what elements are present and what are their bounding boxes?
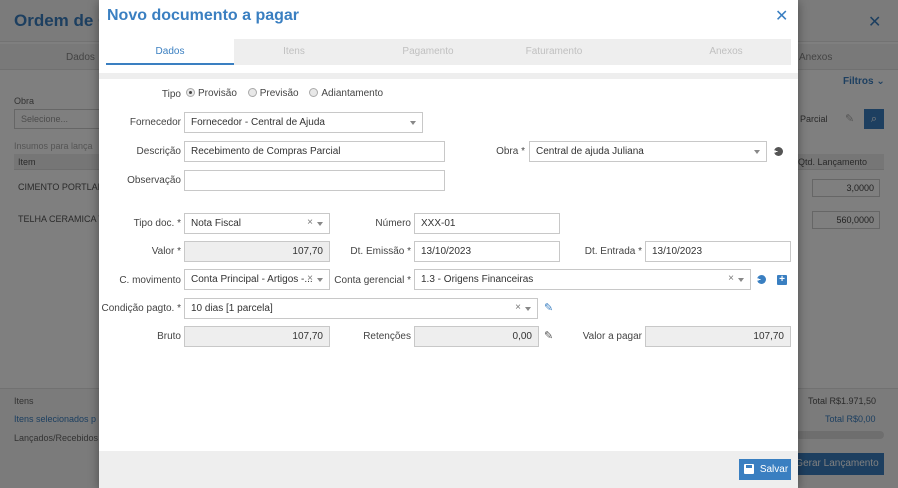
tipo-doc-select[interactable]: Nota Fiscal × xyxy=(184,213,330,234)
observacao-input[interactable] xyxy=(184,170,445,191)
obra-label: Obra * xyxy=(496,146,525,157)
descricao-input[interactable]: Recebimento de Compras Parcial xyxy=(184,141,445,162)
conta-gerencial-select[interactable]: 1.3 - Origens Financeiras × xyxy=(414,269,751,290)
dt-emissao-label: Dt. Emissão * xyxy=(350,246,411,257)
condicao-pagto-label: Condição pagto. * xyxy=(101,303,181,314)
dt-entrada-label: Dt. Entrada * xyxy=(584,246,642,257)
chevron-down-icon xyxy=(754,150,760,154)
pencil-icon[interactable]: ✎ xyxy=(544,301,553,314)
radio-dot xyxy=(186,88,195,97)
numero-input[interactable]: XXX-01 xyxy=(414,213,560,234)
chevron-down-icon xyxy=(738,278,744,282)
tab-faturamento[interactable]: Faturamento xyxy=(494,39,614,65)
clear-icon[interactable]: × xyxy=(515,302,521,313)
chevron-down-icon xyxy=(317,278,323,282)
tipo-label: Tipo xyxy=(161,89,181,100)
chevron-down-icon xyxy=(410,121,416,125)
numero-label: Número xyxy=(375,218,411,229)
modal-footer xyxy=(99,451,798,488)
chart-pie-icon[interactable] xyxy=(774,147,783,156)
save-button[interactable]: Salvar xyxy=(739,459,791,480)
save-icon xyxy=(744,464,754,474)
tab-separator xyxy=(99,73,798,79)
radio-dot xyxy=(247,88,257,97)
chevron-down-icon xyxy=(525,307,531,311)
tab-pagamento[interactable]: Pagamento xyxy=(368,39,488,65)
retencoes-label: Retenções xyxy=(363,331,411,342)
dt-entrada-input[interactable]: 13/10/2023 xyxy=(645,241,791,262)
valor-label: Valor * xyxy=(151,246,181,257)
modal-title: Novo documento a pagar xyxy=(107,7,300,24)
c-movimento-select[interactable]: Conta Principal - Artigos -... × xyxy=(184,269,330,290)
radio-provisao[interactable]: Provisão xyxy=(186,88,237,99)
fornecedor-select[interactable]: Fornecedor - Central de Ajuda xyxy=(184,112,423,133)
c-movimento-label: C. movimento xyxy=(119,275,181,286)
fornecedor-label: Fornecedor xyxy=(129,117,181,128)
tab-itens[interactable]: Itens xyxy=(234,39,354,65)
close-icon[interactable]: ✕ xyxy=(775,6,788,26)
observacao-label: Observação xyxy=(127,175,181,186)
valor-pagar-label: Valor a pagar xyxy=(582,331,642,342)
tab-anexos[interactable]: Anexos xyxy=(666,39,786,65)
condicao-pagto-select[interactable]: 10 dias [1 parcela] × xyxy=(184,298,538,319)
obra-select[interactable]: Central de ajuda Juliana xyxy=(529,141,767,162)
tipo-radio-group: Provisão Previsão Adiantamento xyxy=(186,88,391,102)
add-icon[interactable]: + xyxy=(777,275,787,285)
chevron-down-icon xyxy=(317,222,323,226)
radio-dot xyxy=(309,88,319,97)
bruto-label: Bruto xyxy=(157,331,181,342)
modal-tabbar: Dados Itens Pagamento Faturamento Anexos xyxy=(106,39,791,65)
tipo-doc-label: Tipo doc. * xyxy=(133,218,181,229)
clear-icon[interactable]: × xyxy=(307,217,313,228)
new-document-modal: Novo documento a pagar ✕ Dados Itens Pag… xyxy=(99,0,798,488)
radio-adiantamento[interactable]: Adiantamento xyxy=(309,88,383,99)
tab-dados[interactable]: Dados xyxy=(106,39,234,65)
valor-field: 107,70 xyxy=(184,241,330,262)
chart-pie-icon[interactable] xyxy=(757,275,766,284)
conta-gerencial-label: Conta gerencial * xyxy=(334,275,411,286)
dt-emissao-input[interactable]: 13/10/2023 xyxy=(414,241,560,262)
retencoes-field: 0,00 xyxy=(414,326,539,347)
radio-previsao[interactable]: Previsão xyxy=(247,88,299,99)
clear-icon[interactable]: × xyxy=(307,273,313,284)
bruto-field: 107,70 xyxy=(184,326,330,347)
valor-pagar-field: 107,70 xyxy=(645,326,791,347)
pencil-icon[interactable]: ✎ xyxy=(544,329,553,342)
descricao-label: Descrição xyxy=(136,146,181,157)
clear-icon[interactable]: × xyxy=(728,273,734,284)
